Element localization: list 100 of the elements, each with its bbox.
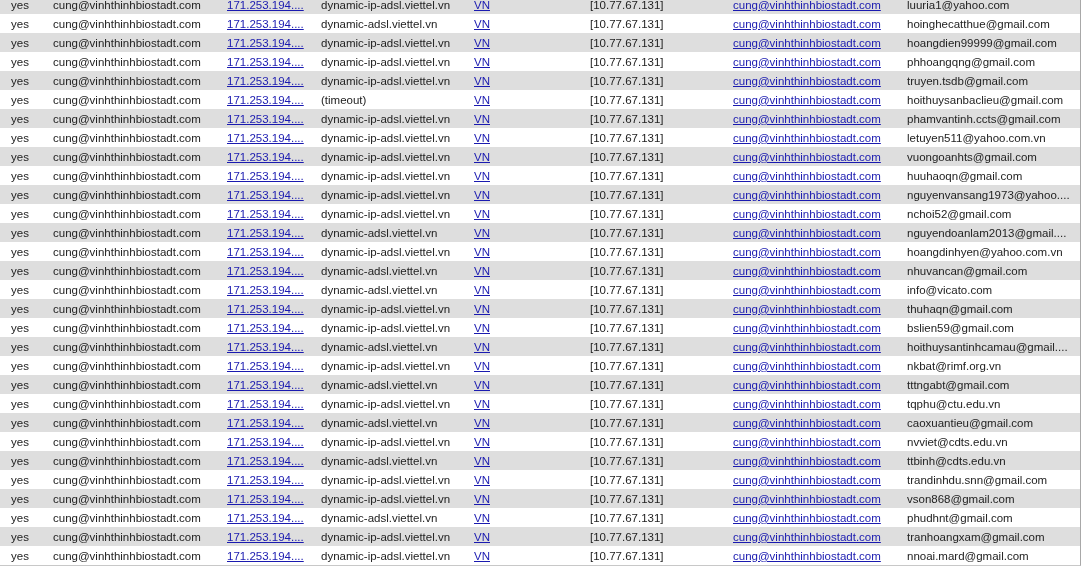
table-link[interactable]: cung@vinhthinhbiostadt.com	[733, 530, 881, 543]
table-link[interactable]: 171.253.194....	[227, 530, 304, 543]
table-link[interactable]: VN	[474, 416, 490, 429]
table-link[interactable]: cung@vinhthinhbiostadt.com	[733, 245, 881, 258]
table-cell: [10.77.67.131]	[590, 93, 664, 106]
table-link[interactable]: 171.253.194....	[227, 454, 304, 467]
table-link[interactable]: VN	[474, 207, 490, 220]
table-link[interactable]: cung@vinhthinhbiostadt.com	[733, 169, 881, 182]
table-link[interactable]: VN	[474, 302, 490, 315]
table-link[interactable]: VN	[474, 283, 490, 296]
table-link[interactable]: VN	[474, 226, 490, 239]
table-cell: tranhoangxam@gmail.com	[907, 530, 1045, 543]
table-link[interactable]: 171.253.194....	[227, 492, 304, 505]
table-link[interactable]: 171.253.194....	[227, 188, 304, 201]
table-link[interactable]: cung@vinhthinhbiostadt.com	[733, 397, 881, 410]
table-link[interactable]: VN	[474, 245, 490, 258]
table-link[interactable]: 171.253.194....	[227, 549, 304, 562]
table-link[interactable]: VN	[474, 93, 490, 106]
table-link[interactable]: cung@vinhthinhbiostadt.com	[733, 150, 881, 163]
table-cell: thuhaqn@gmail.com	[907, 302, 1013, 315]
table-link[interactable]: cung@vinhthinhbiostadt.com	[733, 93, 881, 106]
table-link[interactable]: 171.253.194....	[227, 36, 304, 49]
table-link[interactable]: 171.253.194....	[227, 359, 304, 372]
table-link[interactable]: 171.253.194....	[227, 435, 304, 448]
table-cell: dynamic-ip-adsl.viettel.vn	[321, 530, 451, 543]
table-link[interactable]: 171.253.194....	[227, 17, 304, 30]
table-link[interactable]: 171.253.194....	[227, 93, 304, 106]
table-link[interactable]: 171.253.194....	[227, 283, 304, 296]
table-link[interactable]: cung@vinhthinhbiostadt.com	[733, 264, 881, 277]
table-link[interactable]: cung@vinhthinhbiostadt.com	[733, 302, 881, 315]
table-link[interactable]: 171.253.194....	[227, 378, 304, 391]
table-link[interactable]: cung@vinhthinhbiostadt.com	[733, 549, 881, 562]
table-link[interactable]: 171.253.194....	[227, 473, 304, 486]
table-link[interactable]: cung@vinhthinhbiostadt.com	[733, 112, 881, 125]
table-link[interactable]: 171.253.194....	[227, 302, 304, 315]
table-link[interactable]: cung@vinhthinhbiostadt.com	[733, 416, 881, 429]
table-link[interactable]: VN	[474, 17, 490, 30]
table-link[interactable]: VN	[474, 549, 490, 562]
table-link[interactable]: cung@vinhthinhbiostadt.com	[733, 55, 881, 68]
table-link[interactable]: VN	[474, 492, 490, 505]
table-link[interactable]: cung@vinhthinhbiostadt.com	[733, 340, 881, 353]
table-link[interactable]: VN	[474, 150, 490, 163]
table-link[interactable]: cung@vinhthinhbiostadt.com	[733, 511, 881, 524]
table-link[interactable]: VN	[474, 169, 490, 182]
table-link[interactable]: VN	[474, 321, 490, 334]
table-link[interactable]: 171.253.194....	[227, 226, 304, 239]
table-link[interactable]: 171.253.194....	[227, 340, 304, 353]
table-link[interactable]: VN	[474, 378, 490, 391]
table-link[interactable]: 171.253.194....	[227, 207, 304, 220]
table-link[interactable]: VN	[474, 131, 490, 144]
table-link[interactable]: 171.253.194....	[227, 321, 304, 334]
table-link[interactable]: VN	[474, 359, 490, 372]
table-cell: cung@vinhthinhbiostadt.com	[53, 226, 201, 239]
table-link[interactable]: 171.253.194....	[227, 55, 304, 68]
table-link[interactable]: 171.253.194....	[227, 245, 304, 258]
table-link[interactable]: VN	[474, 55, 490, 68]
table-link[interactable]: cung@vinhthinhbiostadt.com	[733, 36, 881, 49]
table-link[interactable]: cung@vinhthinhbiostadt.com	[733, 359, 881, 372]
table-link[interactable]: VN	[474, 397, 490, 410]
table-link[interactable]: VN	[474, 530, 490, 543]
table-link[interactable]: 171.253.194....	[227, 112, 304, 125]
table-link[interactable]: cung@vinhthinhbiostadt.com	[733, 473, 881, 486]
table-link[interactable]: VN	[474, 435, 490, 448]
table-cell: trandinhdu.snn@gmail.com	[907, 473, 1048, 486]
table-link[interactable]: cung@vinhthinhbiostadt.com	[733, 378, 881, 391]
table-link[interactable]: cung@vinhthinhbiostadt.com	[733, 74, 881, 87]
table-link[interactable]: cung@vinhthinhbiostadt.com	[733, 283, 881, 296]
table-cell: cung@vinhthinhbiostadt.com	[53, 245, 201, 258]
table-link[interactable]: VN	[474, 454, 490, 467]
table-link[interactable]: cung@vinhthinhbiostadt.com	[733, 188, 881, 201]
table-link[interactable]: 171.253.194....	[227, 511, 304, 524]
table-cell: dynamic-adsl.viettel.vn	[321, 454, 438, 467]
table-link[interactable]: cung@vinhthinhbiostadt.com	[733, 207, 881, 220]
table-link[interactable]: 171.253.194....	[227, 416, 304, 429]
table-link[interactable]: VN	[474, 74, 490, 87]
table-link[interactable]: cung@vinhthinhbiostadt.com	[733, 131, 881, 144]
table-link[interactable]: VN	[474, 340, 490, 353]
table-link[interactable]: 171.253.194....	[227, 397, 304, 410]
table-link[interactable]: 171.253.194....	[227, 74, 304, 87]
table-link[interactable]: 171.253.194....	[227, 264, 304, 277]
table-link[interactable]: VN	[474, 0, 490, 11]
table-cell: phhoangqng@gmail.com	[907, 55, 1036, 68]
table-link[interactable]: VN	[474, 188, 490, 201]
table-cell: [10.77.67.131]	[590, 74, 664, 87]
table-link[interactable]: 171.253.194....	[227, 131, 304, 144]
table-link[interactable]: cung@vinhthinhbiostadt.com	[733, 435, 881, 448]
table-link[interactable]: cung@vinhthinhbiostadt.com	[733, 17, 881, 30]
table-link[interactable]: VN	[474, 473, 490, 486]
table-link[interactable]: VN	[474, 36, 490, 49]
table-link[interactable]: VN	[474, 112, 490, 125]
table-link[interactable]: cung@vinhthinhbiostadt.com	[733, 226, 881, 239]
table-link[interactable]: 171.253.194....	[227, 0, 304, 11]
table-link[interactable]: cung@vinhthinhbiostadt.com	[733, 492, 881, 505]
table-link[interactable]: VN	[474, 264, 490, 277]
table-link[interactable]: VN	[474, 511, 490, 524]
table-link[interactable]: 171.253.194....	[227, 169, 304, 182]
table-link[interactable]: cung@vinhthinhbiostadt.com	[733, 0, 881, 11]
table-link[interactable]: cung@vinhthinhbiostadt.com	[733, 454, 881, 467]
table-link[interactable]: 171.253.194....	[227, 150, 304, 163]
table-link[interactable]: cung@vinhthinhbiostadt.com	[733, 321, 881, 334]
